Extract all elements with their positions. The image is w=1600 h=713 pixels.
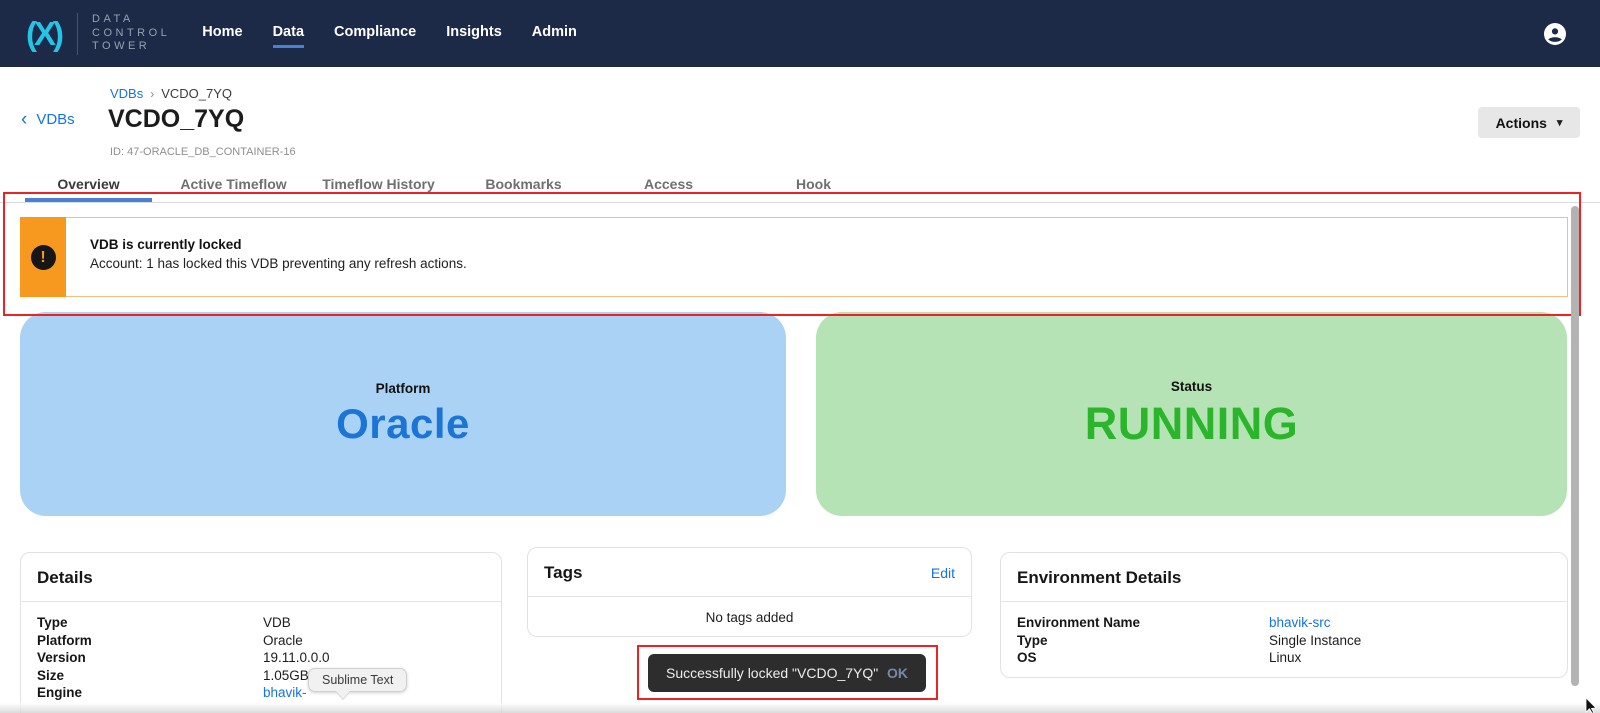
brand-line-2: CONTROL — [92, 27, 170, 41]
nav-item-compliance[interactable]: Compliance — [334, 24, 416, 48]
chevron-left-icon: ‹ — [21, 112, 27, 127]
tab-active-timeflow[interactable]: Active Timeflow — [161, 170, 306, 198]
main-nav: Home Data Compliance Insights Admin — [202, 24, 577, 48]
brand-divider — [77, 13, 78, 55]
tooltip-text: Sublime Text — [322, 673, 393, 687]
alert-message: Account: 1 has locked this VDB preventin… — [90, 256, 1567, 271]
environment-panel-header: Environment Details — [1001, 553, 1567, 602]
details-panel-header: Details — [21, 553, 501, 602]
details-rows: Type VDB Platform Oracle Version 19.11.0… — [21, 602, 501, 702]
platform-card-value: Oracle — [336, 400, 470, 448]
vertical-scrollbar[interactable] — [1571, 206, 1579, 686]
detail-value-type: VDB — [263, 614, 291, 632]
table-row: OS Linux — [1017, 649, 1551, 667]
tab-hook[interactable]: Hook — [741, 170, 886, 198]
environment-rows: Environment Name bhavik-src Type Single … — [1001, 602, 1567, 667]
table-row: Environment Name bhavik-src — [1017, 614, 1551, 632]
vdb-locked-alert: ! VDB is currently locked Account: 1 has… — [20, 217, 1568, 297]
detail-label-size: Size — [37, 667, 263, 685]
status-card-value: RUNNING — [1085, 398, 1299, 450]
alert-icon-block: ! — [20, 217, 66, 297]
tags-panel-title: Tags — [544, 563, 582, 583]
detail-label-version: Version — [37, 649, 263, 667]
tab-bar: Overview Active Timeflow Timeflow Histor… — [16, 170, 886, 198]
user-account-button[interactable] — [1543, 22, 1567, 46]
table-row: Version 19.11.0.0.0 — [37, 649, 485, 667]
brand-name: DATA CONTROL TOWER — [92, 13, 170, 54]
tags-panel: Tags Edit No tags added — [527, 547, 972, 637]
engine-link[interactable]: bhavik- — [263, 684, 307, 702]
brand-line-3: TOWER — [92, 40, 170, 54]
back-to-vdbs-link[interactable]: ‹ VDBs — [21, 111, 75, 128]
mouse-cursor-icon — [1585, 698, 1600, 713]
breadcrumb-current: VCDO_7YQ — [161, 86, 232, 101]
environment-panel-title: Environment Details — [1017, 568, 1181, 588]
tab-bookmarks[interactable]: Bookmarks — [451, 170, 596, 198]
toast-message: Successfully locked "VCDO_7YQ" — [666, 665, 878, 681]
exclamation-circle-icon: ! — [31, 245, 56, 270]
alert-body: VDB is currently locked Account: 1 has l… — [66, 217, 1568, 297]
detail-value-version: 19.11.0.0.0 — [263, 649, 330, 667]
brand-line-1: DATA — [92, 13, 170, 27]
page-id: ID: 47-ORACLE_DB_CONTAINER-16 — [110, 146, 296, 158]
breadcrumb: VDBs › VCDO_7YQ — [110, 86, 232, 101]
nav-item-insights[interactable]: Insights — [446, 24, 502, 48]
page-title: VCDO_7YQ — [108, 105, 244, 134]
tab-bar-divider — [0, 202, 1600, 203]
env-value-type: Single Instance — [1269, 632, 1361, 650]
env-value-os: Linux — [1269, 649, 1301, 667]
details-panel: Details Type VDB Platform Oracle Version… — [20, 552, 502, 713]
taskbar-tooltip: Sublime Text — [308, 668, 407, 692]
tags-panel-header: Tags Edit — [528, 548, 971, 597]
actions-button[interactable]: Actions ▾ — [1478, 107, 1580, 138]
platform-card: Platform Oracle — [20, 312, 786, 516]
nav-item-admin[interactable]: Admin — [532, 24, 577, 48]
detail-label-engine: Engine — [37, 684, 263, 702]
window-bottom-edge — [0, 703, 1600, 713]
status-card-label: Status — [1171, 379, 1212, 394]
tags-edit-link[interactable]: Edit — [931, 565, 955, 581]
env-label-type: Type — [1017, 632, 1269, 650]
tab-overview[interactable]: Overview — [16, 170, 161, 198]
environment-details-panel: Environment Details Environment Name bha… — [1000, 552, 1568, 678]
table-row: Platform Oracle — [37, 632, 485, 650]
user-icon — [1543, 34, 1567, 49]
nav-item-home[interactable]: Home — [202, 24, 242, 48]
table-row: Size 1.05GB — [37, 667, 485, 685]
back-link-label: VDBs — [36, 111, 74, 128]
lock-success-toast: Successfully locked "VCDO_7YQ" OK — [648, 654, 926, 692]
detail-value-size: 1.05GB — [263, 667, 309, 685]
table-row: Type Single Instance — [1017, 632, 1551, 650]
details-panel-title: Details — [37, 568, 93, 588]
breadcrumb-vdbs-link[interactable]: VDBs — [110, 86, 143, 101]
environment-name-link[interactable]: bhavik-src — [1269, 614, 1331, 632]
chevron-down-icon: ▾ — [1557, 116, 1563, 129]
status-card: Status RUNNING — [816, 312, 1567, 516]
toast-ok-button[interactable]: OK — [887, 665, 908, 681]
detail-label-type: Type — [37, 614, 263, 632]
env-label-os: OS — [1017, 649, 1269, 667]
detail-value-platform: Oracle — [263, 632, 303, 650]
table-row: Engine bhavik- — [37, 684, 485, 702]
top-navbar: (X) DATA CONTROL TOWER Home Data Complia… — [0, 0, 1600, 67]
env-label-name: Environment Name — [1017, 614, 1269, 632]
actions-button-label: Actions — [1496, 115, 1547, 131]
table-row: Type VDB — [37, 614, 485, 632]
tab-access[interactable]: Access — [596, 170, 741, 198]
detail-label-platform: Platform — [37, 632, 263, 650]
nav-item-data[interactable]: Data — [273, 24, 304, 48]
breadcrumb-separator-icon: › — [150, 87, 154, 101]
app-window: (X) DATA CONTROL TOWER Home Data Complia… — [0, 0, 1600, 713]
platform-card-label: Platform — [376, 381, 431, 396]
tags-empty-text: No tags added — [528, 597, 971, 625]
alert-title: VDB is currently locked — [90, 237, 1567, 252]
dct-logo-icon[interactable]: (X) — [26, 17, 61, 50]
tab-timeflow-history[interactable]: Timeflow History — [306, 170, 451, 198]
